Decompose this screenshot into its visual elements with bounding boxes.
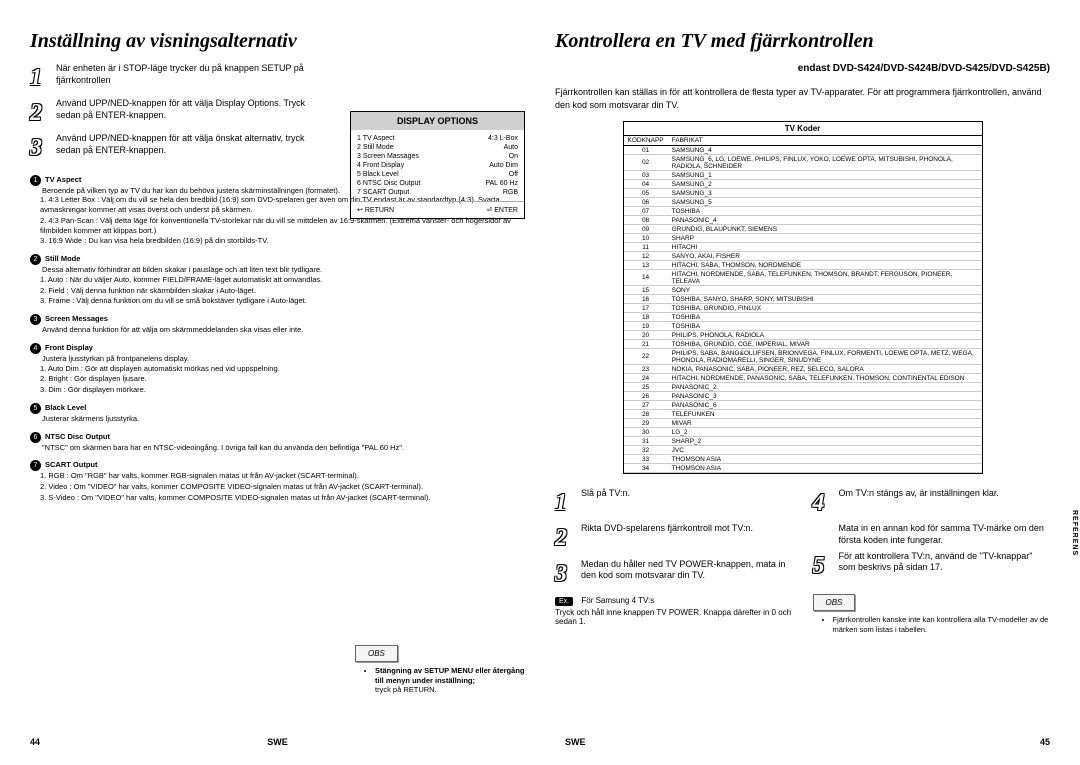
table-row: 14HITACHI, NORDMENDE, SABA, TELEFUNKEN, … — [624, 270, 982, 286]
table-row: 27PANASONIC_6 — [624, 401, 982, 410]
table-row: 08PANASONIC_4 — [624, 216, 982, 225]
side-tab: REFERENS — [1071, 510, 1078, 556]
left-page: Inställning av visningsalternativ 1 När … — [30, 30, 525, 755]
table-row: 22PHILIPS, SABA, BANG&OLUFSEN, BRIONVEGA… — [624, 349, 982, 365]
obs-box-right: OBS — [813, 594, 856, 611]
panel-title: DISPLAY OPTIONS — [351, 112, 524, 130]
table-row: 11HITACHI — [624, 243, 982, 252]
table-row: 18TOSHIBA — [624, 313, 982, 322]
display-options-panel: DISPLAY OPTIONS 1 TV Aspect4:3 L-Box 2 S… — [350, 111, 525, 219]
right-swe: SWE — [565, 737, 586, 747]
table-row: 01SAMSUNG_4 — [624, 146, 982, 155]
table-row: 09GRUNDIG, BLAUPUNKT, SIEMENS — [624, 225, 982, 234]
table-row: 20PHILIPS, PHONOLA, RADIOLA — [624, 331, 982, 340]
table-row: 06SAMSUNG_5 — [624, 198, 982, 207]
left-step-3: 3 Använd UPP/NED-knappen för att välja ö… — [30, 133, 327, 164]
codes-table: TV Koder KODKNAPPFABRIKAT 01SAMSUNG_402S… — [623, 121, 983, 474]
enter-icon: ENTER — [486, 206, 518, 214]
table-row: 21TOSHIBA, GRUNDIG, CGE, IMPERIAL, MIVAR — [624, 340, 982, 349]
ex-badge: Ex. — [555, 597, 573, 606]
right-subtitle: endast DVD-S424/DVD-S424B/DVD-S425/DVD-S… — [555, 63, 1050, 74]
left-title: Inställning av visningsalternativ — [30, 30, 525, 53]
right-pagenum: 45 — [1040, 737, 1050, 747]
table-row: 05SAMSUNG_3 — [624, 189, 982, 198]
table-row: 16TOSHIBA, SANYO, SHARP, SONY, MITSUBISH… — [624, 295, 982, 304]
right-title: Kontrollera en TV med fjärrkontrollen — [555, 30, 1050, 53]
table-row: 34THOMSON ASIA — [624, 464, 982, 473]
detail-list: 1TV AspectBeroende på vilken typ av TV d… — [30, 175, 525, 503]
return-icon: RETURN — [357, 206, 394, 214]
table-row: 17TOSHIBA, GRUNDIG, FINLUX — [624, 304, 982, 313]
table-row: 23NOKIA, PANASONIC, SABA, PIONEER, REZ, … — [624, 365, 982, 374]
left-swe: SWE — [267, 737, 288, 747]
table-row: 04SAMSUNG_2 — [624, 180, 982, 189]
table-row: 29MIVAR — [624, 419, 982, 428]
table-row: 03SAMSUNG_1 — [624, 171, 982, 180]
table-row: 13HITACHI, SABA, THOMSON, NORDMENDE — [624, 261, 982, 270]
table-row: 24HITACHI, NORDMENDE, PANASONIC, SABA, T… — [624, 374, 982, 383]
table-row: 26PANASONIC_3 — [624, 392, 982, 401]
left-pagenum: 44 — [30, 737, 40, 747]
table-row: 02SAMSUNG_6, LG, LOEWE, PHILIPS, FINLUX,… — [624, 155, 982, 171]
table-row: 32JVC — [624, 446, 982, 455]
table-row: 07TOSHIBA — [624, 207, 982, 216]
table-row: 30LG_2 — [624, 428, 982, 437]
table-row: 28TELEFUNKEN — [624, 410, 982, 419]
right-page: Kontrollera en TV med fjärrkontrollen en… — [555, 30, 1050, 755]
right-intro: Fjärrkontrollen kan ställas in för att k… — [555, 86, 1050, 111]
table-row: 33THOMSON ASIA — [624, 455, 982, 464]
table-row: 10SHARP — [624, 234, 982, 243]
obs-box-left: OBS — [355, 645, 398, 662]
left-step-1: 1 När enheten är i STOP-läge trycker du … — [30, 63, 327, 94]
table-row: 19TOSHIBA — [624, 322, 982, 331]
table-row: 15SONY — [624, 286, 982, 295]
table-row: 31SHARP_2 — [624, 437, 982, 446]
left-step-2: 2 Använd UPP/NED-knappen för att välja D… — [30, 98, 327, 129]
table-row: 12SANYO, AKAI, FISHER — [624, 252, 982, 261]
table-row: 25PANASONIC_2 — [624, 383, 982, 392]
